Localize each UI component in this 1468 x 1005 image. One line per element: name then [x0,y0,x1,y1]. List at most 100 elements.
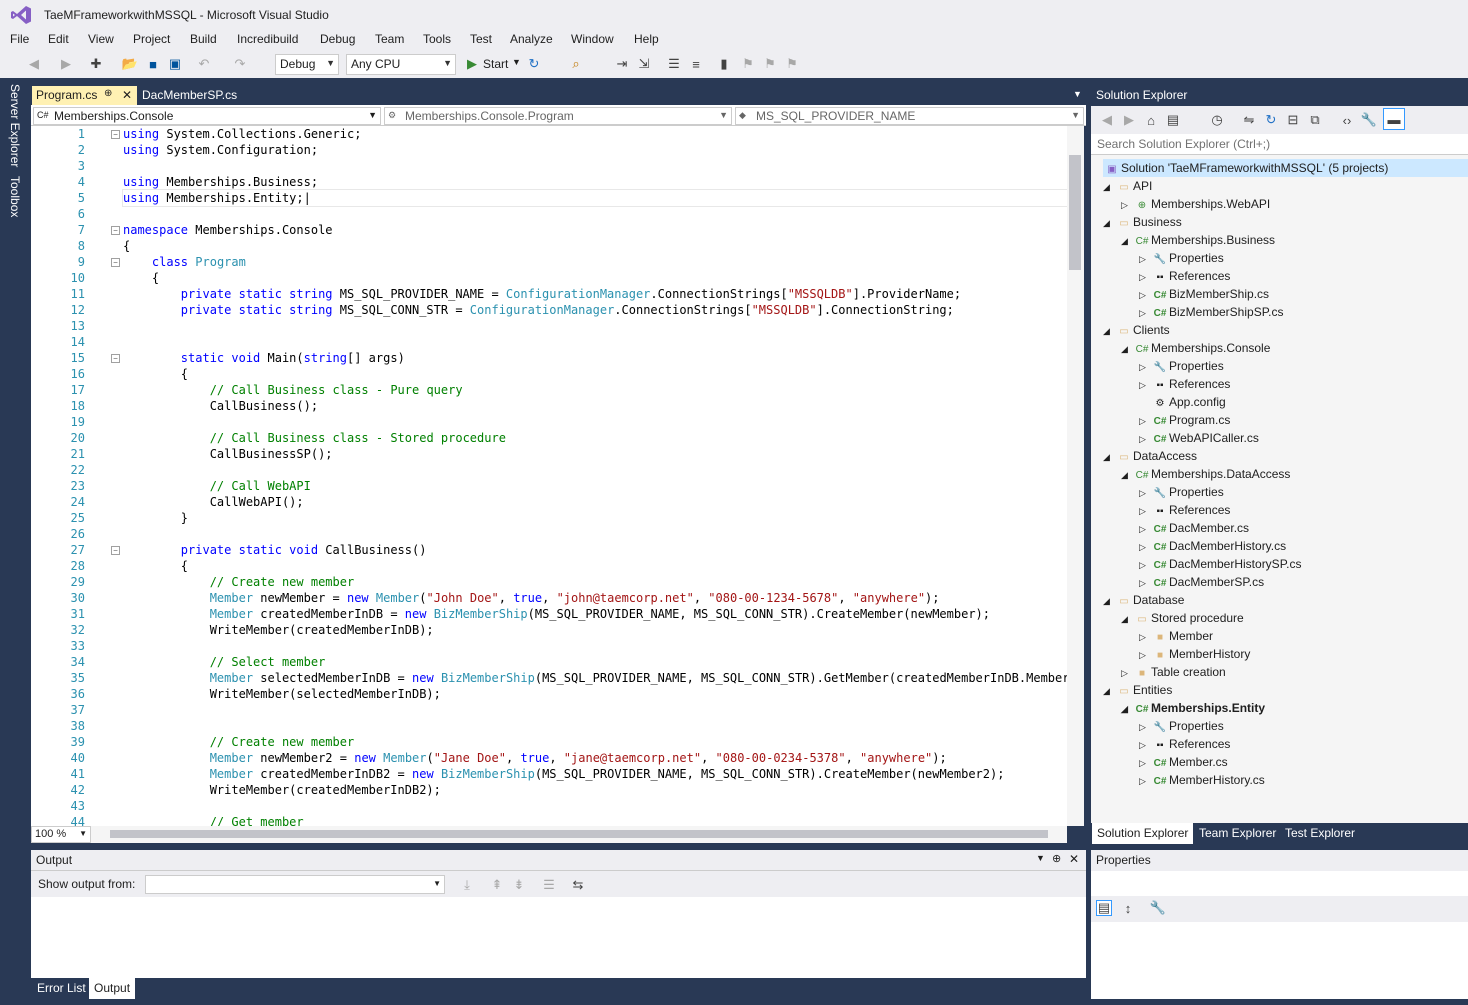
previous-bookmark-icon[interactable]: ⚑ [740,56,756,72]
undo-icon[interactable]: ↶ [196,56,212,72]
next-message-icon[interactable]: ⇟ [511,877,527,893]
save-all-icon[interactable]: ▣ [167,56,183,72]
menu-edit[interactable]: Edit [48,32,69,46]
toolbox-tab[interactable]: Toolbox [8,176,22,217]
menu-help[interactable]: Help [634,32,659,46]
tab-program-cs[interactable]: Program.cs ⊕ ✕ [32,86,137,105]
back-icon[interactable]: ◀ [1099,112,1115,128]
chevron-down-icon[interactable]: ▼ [1036,853,1045,863]
tree-node-file[interactable]: ▷ C# Program.cs [1139,411,1230,429]
forward-icon[interactable]: ▶ [58,56,74,72]
tree-node-file[interactable]: ▷ C# DacMember.cs [1139,519,1249,537]
refresh-icon[interactable]: ↻ [526,56,542,72]
alphabetical-icon[interactable]: ↕ [1120,900,1136,916]
tree-node-file[interactable]: ⚙ App.config [1139,393,1226,411]
tree-node-folder[interactable]: ▷ ■ Member [1139,627,1213,645]
pending-changes-icon[interactable]: ◷ [1209,112,1225,128]
class-dropdown[interactable]: ⚙ Memberships.Console.Program ▼ [384,107,732,125]
tree-node-folder[interactable]: ◢ ▭ DataAccess [1103,447,1197,465]
tab-output[interactable]: Output [89,978,136,999]
menu-view[interactable]: View [88,32,114,46]
tree-node-file[interactable]: ▷ C# Member.cs [1139,753,1228,771]
open-file-icon[interactable]: 📂 [122,56,138,72]
bookmark-icon[interactable]: ▮ [716,56,732,72]
step-over-icon[interactable]: ⇲ [636,56,652,72]
tab-solution-explorer[interactable]: Solution Explorer [1092,823,1194,844]
menu-file[interactable]: File [10,32,29,46]
save-icon[interactable]: ■ [145,56,161,72]
project-dropdown[interactable]: C# Memberships.Console ▼ [33,107,381,125]
pin-icon[interactable]: ⊕ [104,88,112,99]
server-explorer-tab[interactable]: Server Explorer [8,84,22,167]
tree-node-properties[interactable]: ▷ 🔧 Properties [1139,249,1224,267]
forward-icon[interactable]: ▶ [1121,112,1137,128]
collapse-icon[interactable]: − [111,546,120,555]
tab-error-list[interactable]: Error List [32,978,91,999]
show-all-files-icon[interactable]: ⧉ [1307,112,1323,128]
solution-explorer-search-input[interactable]: Search Solution Explorer (Ctrl+;) [1091,134,1468,155]
solution-platform-select[interactable]: Any CPU ▼ [346,54,456,75]
tree-node-file[interactable]: ▷ C# DacMemberHistorySP.cs [1139,555,1301,573]
categorized-icon[interactable]: ▤ [1096,900,1112,916]
tree-node-project[interactable]: ◢ C# Memberships.Entity [1121,699,1265,717]
solution-configuration-select[interactable]: Debug ▼ [275,54,339,75]
close-icon[interactable]: ✕ [122,88,132,102]
horizontal-scroll-thumb[interactable] [110,830,1048,838]
previous-message-icon[interactable]: ⇞ [489,877,505,893]
tree-node-references[interactable]: ▷ ▪▪ References [1139,501,1230,519]
start-play-icon[interactable]: ▶ [464,56,480,72]
menu-team[interactable]: Team [375,32,404,46]
tree-node-project[interactable]: ◢ C# Memberships.Console [1121,339,1270,357]
uncomment-icon[interactable]: ≡ [688,56,704,72]
tree-node-project[interactable]: ▷ ⊕ Memberships.WebAPI [1121,195,1270,213]
tree-node-folder[interactable]: ▷ ■ MemberHistory [1139,645,1250,663]
vertical-scroll-thumb[interactable] [1069,155,1081,270]
tree-node-folder[interactable]: ◢ ▭ Database [1103,591,1184,609]
chevron-down-icon[interactable]: ▼ [512,57,521,67]
step-into-icon[interactable]: ⇥ [614,56,630,72]
menu-incredibuild[interactable]: Incredibuild [237,32,298,46]
tree-node-references[interactable]: ▷ ▪▪ References [1139,267,1230,285]
zoom-select[interactable]: 100 % ▼ [31,826,91,843]
tree-node-solution[interactable]: ▣ Solution 'TaeMFrameworkwithMSSQL' (5 pr… [1103,159,1468,177]
tree-node-folder[interactable]: ▷ ■ Table creation [1121,663,1226,681]
menu-analyze[interactable]: Analyze [510,32,553,46]
refresh-icon[interactable]: ↻ [1263,112,1279,128]
menu-test[interactable]: Test [470,32,492,46]
property-pages-wrench-icon[interactable]: 🔧 [1150,900,1166,916]
menu-build[interactable]: Build [190,32,217,46]
tab-dacmembersp-cs[interactable]: DacMemberSP.cs [138,86,241,105]
comment-icon[interactable]: ☰ [666,56,682,72]
clear-bookmarks-icon[interactable]: ⚑ [784,56,800,72]
tree-node-file[interactable]: ▷ C# BizMemberShip.cs [1139,285,1269,303]
collapse-all-icon[interactable]: ⊟ [1285,112,1301,128]
tree-node-references[interactable]: ▷ ▪▪ References [1139,735,1230,753]
collapse-icon[interactable]: − [111,258,120,267]
tab-team-explorer[interactable]: Team Explorer [1194,823,1281,844]
tree-node-references[interactable]: ▷ ▪▪ References [1139,375,1230,393]
view-code-icon[interactable]: ‹› [1339,112,1355,128]
redo-icon[interactable]: ↷ [232,56,248,72]
find-message-icon[interactable]: ⤓ [459,877,475,893]
find-in-files-icon[interactable]: ⌕ [568,56,584,72]
sync-icon[interactable]: ⇋ [1241,112,1257,128]
properties-wrench-icon[interactable]: 🔧 [1361,112,1377,128]
collapse-icon[interactable]: − [111,130,120,139]
menu-tools[interactable]: Tools [423,32,451,46]
back-icon[interactable]: ◀ [26,56,42,72]
chevron-down-icon[interactable]: ▼ [1073,89,1082,99]
tree-node-folder[interactable]: ◢ ▭ Clients [1103,321,1170,339]
tree-node-properties[interactable]: ▷ 🔧 Properties [1139,483,1224,501]
preview-selected-icon[interactable]: ▬ [1383,108,1405,130]
collapse-icon[interactable]: − [111,354,120,363]
next-bookmark-icon[interactable]: ⚑ [762,56,778,72]
tree-node-properties[interactable]: ▷ 🔧 Properties [1139,357,1224,375]
collapse-icon[interactable]: − [111,226,120,235]
new-project-icon[interactable]: ✚ [88,56,104,72]
output-source-select[interactable]: ▼ [145,875,445,894]
menu-project[interactable]: Project [133,32,170,46]
tree-node-file[interactable]: ▷ C# DacMemberHistory.cs [1139,537,1286,555]
switch-views-icon[interactable]: ▤ [1165,112,1181,128]
tree-node-folder[interactable]: ◢ ▭ Stored procedure [1121,609,1244,627]
tree-node-folder[interactable]: ◢ ▭ Entities [1103,681,1172,699]
